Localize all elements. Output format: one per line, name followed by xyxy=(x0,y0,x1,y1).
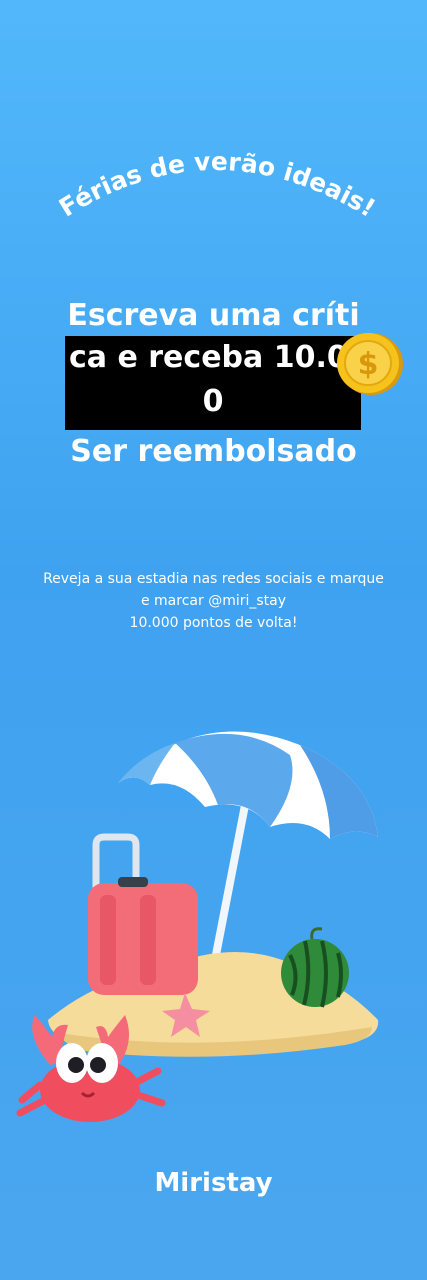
promo-page: Férias de verão ideais! Escreva uma crít… xyxy=(0,0,427,1280)
beach-vacation-illustration xyxy=(16,731,379,1122)
description-line-2: e marcar @miri_stay xyxy=(140,593,287,609)
svg-text:$: $ xyxy=(358,347,379,382)
headline-highlight-box: ca e receba 10.0 0 xyxy=(65,336,361,430)
description-line-3: 10.000 pontos de volta! xyxy=(129,615,298,631)
svg-text:Férias de verão ideais!: Férias de verão ideais! xyxy=(54,147,381,223)
headline-line-3: 0 xyxy=(202,384,224,419)
arc-title: Férias de verão ideais! xyxy=(54,147,381,223)
description-line-1: Reveja a sua estadia nas redes sociais e… xyxy=(43,571,384,587)
headline-line-2: ca e receba 10.0 xyxy=(69,340,348,375)
headline-line-4: Ser reembolsado xyxy=(70,434,357,469)
arc-title-text: Férias de verão ideais! xyxy=(54,147,381,223)
description: Reveja a sua estadia nas redes sociais e… xyxy=(20,568,407,634)
gold-coin-icon: $ xyxy=(337,333,403,395)
brand-name: Miristay xyxy=(154,1168,273,1198)
